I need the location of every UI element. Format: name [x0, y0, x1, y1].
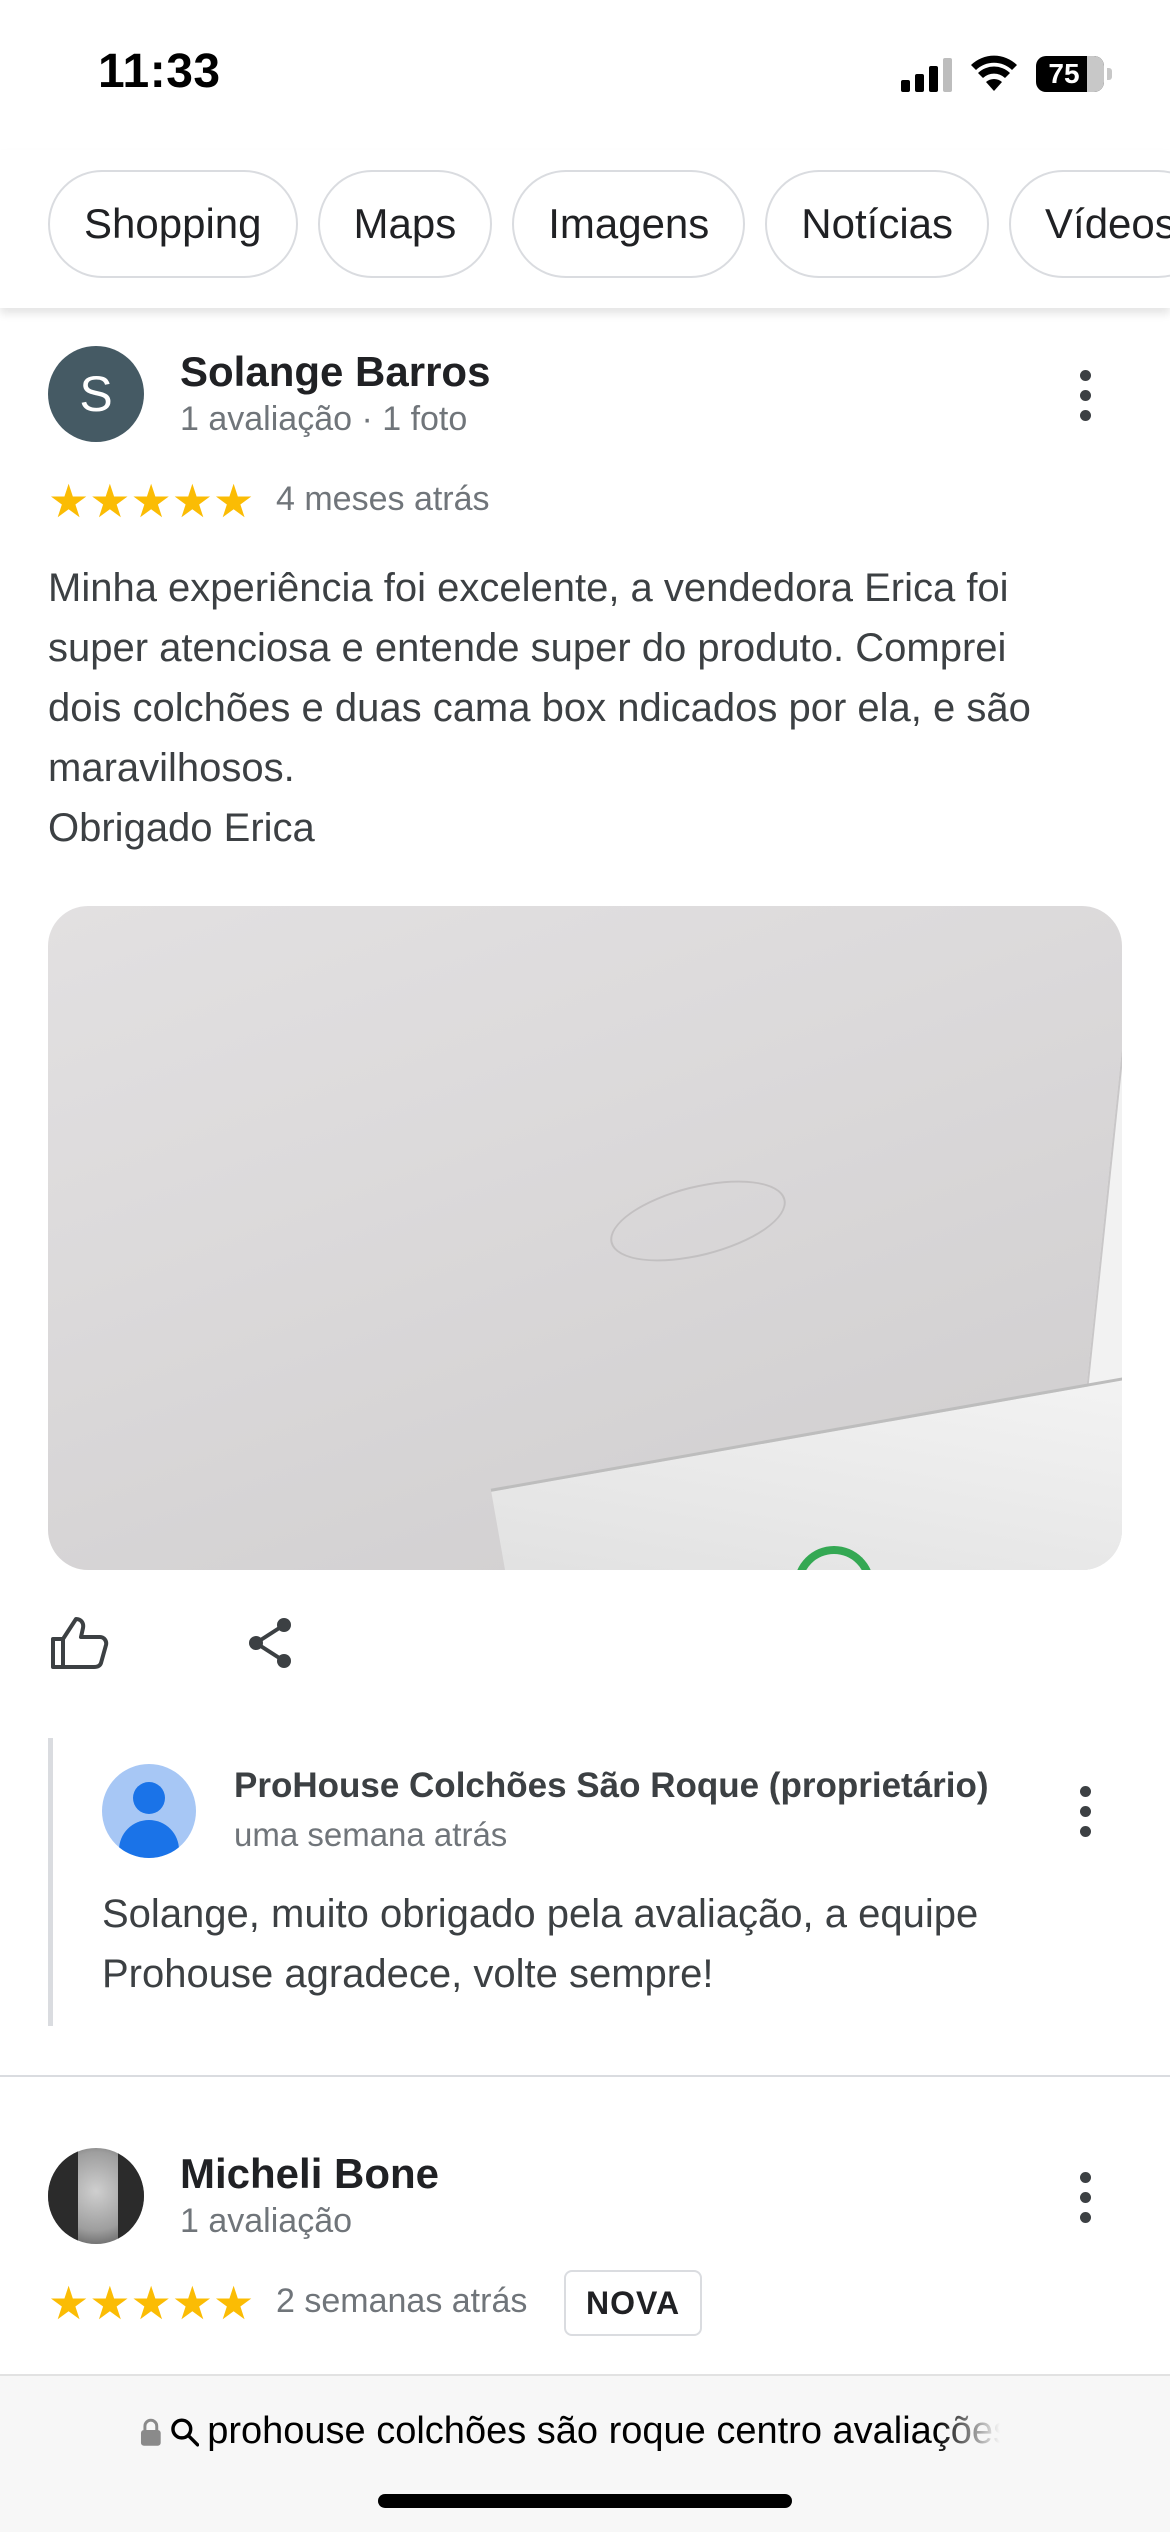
review-text-line: dois colchões e duas cama box ndicados p… — [48, 686, 1031, 730]
reviewer-name[interactable]: Solange Barros — [180, 348, 490, 396]
reviewer-meta: 1 avaliação · 1 foto — [180, 400, 468, 438]
chip-imagens[interactable]: Imagens — [512, 170, 746, 278]
chip-maps[interactable]: Maps — [317, 170, 493, 278]
star-rating: ★★★★★ — [48, 2277, 255, 2329]
reviewer-avatar[interactable]: S — [48, 346, 144, 442]
review-text-line: Minha experiência foi excelente, a vende… — [48, 566, 1009, 610]
review-text-line: Obrigado Erica — [48, 806, 315, 850]
reviewer-avatar[interactable] — [48, 2148, 144, 2244]
filter-chips: Shopping Maps Imagens Notícias Vídeos — [48, 170, 1170, 278]
reply-text-line: Prohouse agradece, volte sempre! — [102, 1952, 714, 1996]
review-time: 2 semanas atrás — [276, 2282, 528, 2320]
share-icon[interactable] — [235, 1608, 305, 1678]
battery-icon: 75 — [1036, 56, 1112, 92]
home-indicator[interactable] — [378, 2494, 792, 2508]
owner-name: ProHouse Colchões São Roque (proprietári… — [234, 1766, 989, 1805]
cellular-signal-icon — [901, 56, 952, 92]
review-text-line: maravilhosos. — [48, 746, 295, 790]
address-bar-query: prohouse colchões são roque centro avali… — [207, 2410, 1000, 2452]
review-photo[interactable] — [48, 906, 1122, 1570]
status-bar: 11:33 75 — [0, 0, 1170, 150]
thumbs-up-icon[interactable] — [44, 1608, 114, 1678]
reply-text-line: Solange, muito obrigado pela avaliação, … — [102, 1892, 979, 1936]
battery-level: 75 — [1048, 58, 1080, 89]
review-time: 4 meses atrás — [276, 480, 490, 518]
reply-indent-bar — [48, 1738, 53, 2026]
lock-icon — [140, 2418, 161, 2446]
chip-videos[interactable]: Vídeos — [1009, 170, 1170, 278]
browser-address-bar[interactable]: prohouse colchões são roque centro avali… — [0, 2374, 1170, 2532]
review-text-line: super atenciosa e entende super do produ… — [48, 626, 1007, 670]
review-divider — [0, 2075, 1170, 2077]
reviewer-name[interactable]: Micheli Bone — [180, 2150, 439, 2198]
filter-chips-bar: Shopping Maps Imagens Notícias Vídeos — [0, 150, 1170, 308]
chip-noticias[interactable]: Notícias — [765, 170, 990, 278]
reviewer-meta: 1 avaliação — [180, 2202, 353, 2240]
owner-avatar — [102, 1764, 196, 1858]
status-icons: 75 — [901, 52, 1112, 96]
wifi-icon — [971, 55, 1017, 91]
status-time: 11:33 — [98, 45, 221, 98]
star-rating: ★★★★★ — [48, 475, 255, 527]
new-badge: NOVA — [564, 2270, 703, 2336]
address-bar-content[interactable]: prohouse colchões são roque centro avali… — [140, 2410, 1000, 2453]
more-vert-icon[interactable] — [1055, 1771, 1115, 1851]
chip-shopping[interactable]: Shopping — [48, 170, 298, 278]
search-icon — [170, 2417, 199, 2447]
more-vert-icon[interactable] — [1055, 355, 1115, 435]
owner-reply-time: uma semana atrás — [234, 1816, 508, 1853]
owner-reply-text: Solange, muito obrigado pela avaliação, … — [102, 1884, 1102, 2004]
more-vert-icon[interactable] — [1055, 2157, 1115, 2237]
review-text: Minha experiência foi excelente, a vende… — [48, 558, 1128, 858]
